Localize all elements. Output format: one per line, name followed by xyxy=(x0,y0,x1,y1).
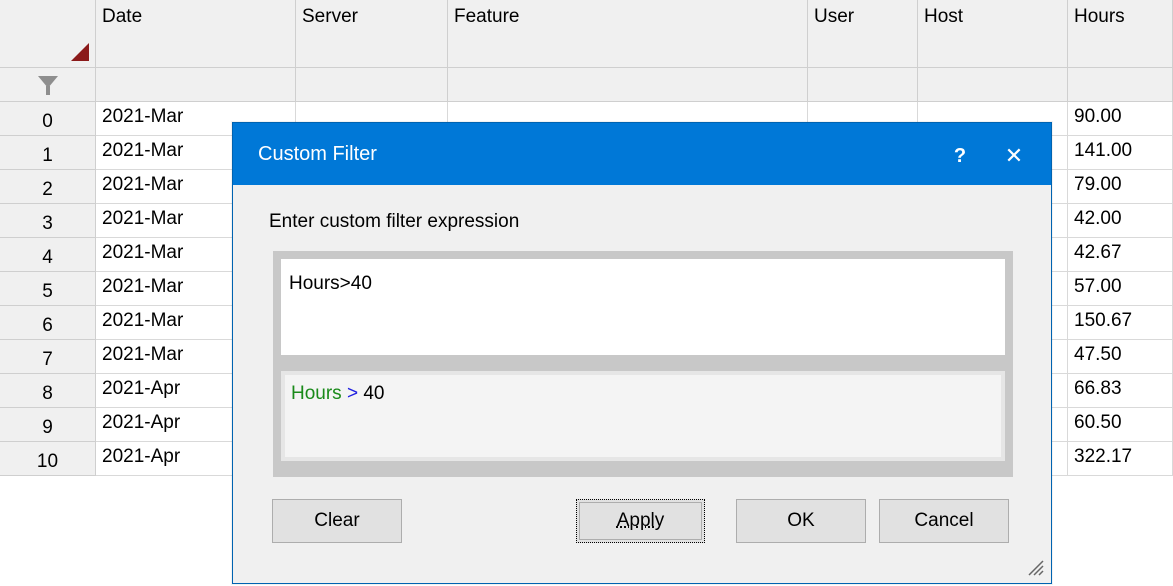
row-number[interactable]: 2 xyxy=(0,170,96,204)
filter-cell-user[interactable] xyxy=(808,68,918,102)
table-cell[interactable]: 322.17 xyxy=(1068,442,1173,476)
help-button[interactable]: ? xyxy=(945,141,975,171)
column-header-feature[interactable]: Feature xyxy=(448,0,808,68)
clear-button[interactable]: Clear xyxy=(272,499,402,543)
column-header-host[interactable]: Host xyxy=(918,0,1068,68)
table-cell[interactable]: 79.00 xyxy=(1068,170,1173,204)
preview-field-token: Hours xyxy=(291,383,342,404)
sort-corner-icon xyxy=(71,43,89,61)
table-cell[interactable]: 57.00 xyxy=(1068,272,1173,306)
cancel-button-label: Cancel xyxy=(914,510,974,531)
row-number[interactable]: 7 xyxy=(0,340,96,374)
table-cell[interactable]: 90.00 xyxy=(1068,102,1173,136)
grid-corner[interactable] xyxy=(0,0,96,68)
table-cell[interactable]: 60.50 xyxy=(1068,408,1173,442)
column-header-server[interactable]: Server xyxy=(296,0,448,68)
filter-cell-date[interactable] xyxy=(96,68,296,102)
preview-operator-token: > xyxy=(346,383,359,404)
filter-cell-server[interactable] xyxy=(296,68,448,102)
dialog-title: Custom Filter xyxy=(258,143,377,165)
row-number[interactable]: 5 xyxy=(0,272,96,306)
table-cell[interactable]: 42.00 xyxy=(1068,204,1173,238)
table-cell[interactable]: 66.83 xyxy=(1068,374,1173,408)
row-number[interactable]: 8 xyxy=(0,374,96,408)
row-number[interactable]: 10 xyxy=(0,442,96,476)
preview-value-token: 40 xyxy=(363,383,385,404)
expression-panel: Hours>40 Hours > 40 xyxy=(273,251,1013,477)
ok-button-label: OK xyxy=(787,510,815,531)
expression-preview: Hours > 40 xyxy=(281,371,1005,461)
filter-prompt-label: Enter custom filter expression xyxy=(269,211,520,232)
filter-cell-hours[interactable] xyxy=(1068,68,1173,102)
dialog-titlebar[interactable]: Custom Filter ? ✕ xyxy=(233,123,1051,185)
resize-grip-icon[interactable] xyxy=(1023,555,1045,577)
filter-cell-host[interactable] xyxy=(918,68,1068,102)
row-number[interactable]: 0 xyxy=(0,102,96,136)
column-header-date[interactable]: Date xyxy=(96,0,296,68)
row-number[interactable]: 9 xyxy=(0,408,96,442)
close-icon[interactable]: ✕ xyxy=(999,141,1029,171)
filter-expression-input[interactable]: Hours>40 xyxy=(281,259,1005,355)
apply-button-label: Apply xyxy=(616,510,665,531)
cancel-button[interactable]: Cancel xyxy=(879,499,1009,543)
filter-icon-stem xyxy=(46,86,50,95)
row-number[interactable]: 1 xyxy=(0,136,96,170)
row-number[interactable]: 6 xyxy=(0,306,96,340)
ok-button[interactable]: OK xyxy=(736,499,866,543)
row-number[interactable]: 3 xyxy=(0,204,96,238)
row-number[interactable]: 4 xyxy=(0,238,96,272)
apply-button[interactable]: Apply xyxy=(576,499,705,543)
filter-cell-feature[interactable] xyxy=(448,68,808,102)
table-cell[interactable]: 47.50 xyxy=(1068,340,1173,374)
table-cell[interactable]: 42.67 xyxy=(1068,238,1173,272)
column-header-user[interactable]: User xyxy=(808,0,918,68)
table-cell[interactable]: 141.00 xyxy=(1068,136,1173,170)
custom-filter-dialog: Custom Filter ? ✕ Enter custom filter ex… xyxy=(232,122,1052,584)
clear-button-label: Clear xyxy=(314,510,360,531)
column-header-hours[interactable]: Hours xyxy=(1068,0,1173,68)
table-cell[interactable]: 150.67 xyxy=(1068,306,1173,340)
